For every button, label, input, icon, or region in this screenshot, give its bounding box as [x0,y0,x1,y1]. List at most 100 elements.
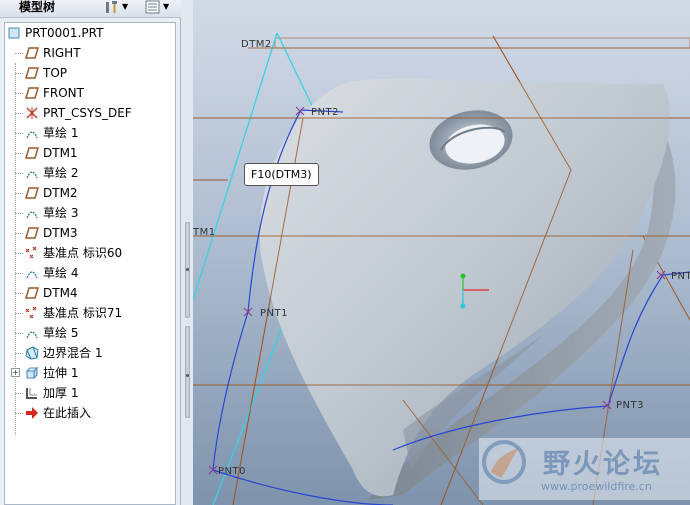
tree-item-insert-here[interactable]: 在此插入 [25,403,195,423]
label-pnt2[interactable]: PNT2 [311,107,339,118]
tree-item-sketch-1[interactable]: 草绘 1 [25,123,195,143]
datum-point-icon [25,306,39,320]
tree-item-dtm1[interactable]: DTM1 [25,143,195,163]
tree-item-dtm3[interactable]: DTM3 [25,223,195,243]
tree-connector [15,293,23,294]
tree-connector [15,193,23,194]
tree-connector [15,93,23,94]
list-icon [145,0,160,14]
datum-plane-icon [25,86,39,100]
tree-item-datum-point-60[interactable]: 基准点 标识60 [25,243,195,263]
tree-root-label: PRT0001.PRT [25,26,104,40]
insert-here-arrow-icon [25,406,39,420]
tree-item-top[interactable]: TOP [25,63,195,83]
extrude-icon [25,366,39,380]
datum-point-icon [25,246,39,260]
tree-item-front[interactable]: FRONT [25,83,195,103]
sketch-icon [25,126,39,140]
show-menu-button[interactable]: ▼ [145,0,169,14]
tree-item-dtm2[interactable]: DTM2 [25,183,195,203]
sketch-icon [25,206,39,220]
datum-plane-icon [25,66,39,80]
watermark-logo-icon [482,440,526,484]
tree-item-datum-point-71[interactable]: 基准点 标识71 [25,303,195,323]
coordinate-system-icon [25,106,39,120]
settings-menu-button[interactable]: ▼ [104,0,128,14]
tree-item-label: 基准点 标识71 [43,306,123,320]
tree-connector [15,73,23,74]
model-scene [193,32,690,505]
tree-connector [15,393,23,394]
tree-item-sketch-5[interactable]: 草绘 5 [25,323,195,343]
datum-plane-icon [25,286,39,300]
tree-connector [15,113,23,114]
model-tree: PRT0001.PRT RIGHT TOP FRONT PRT_CSYS_DEF… [4,22,176,505]
tree-item-label: DTM3 [43,226,78,240]
panel-splitter[interactable] [181,0,193,505]
watermark-url: www.proewildfire.cn [541,480,652,493]
tools-icon [106,1,117,13]
hover-tooltip: F10(DTM3) [244,163,319,186]
watermark-title: 野火论坛 [543,449,663,480]
tree-connector [15,253,23,254]
splitter-handle-bottom[interactable] [185,326,190,418]
tree-connector [15,213,23,214]
tree-item-sketch-3[interactable]: 草绘 3 [25,203,195,223]
tree-item-label: 加厚 1 [43,386,79,400]
tree-item-label: RIGHT [43,46,81,60]
tree-item-label: 基准点 标识60 [43,246,123,260]
tree-item-label: 草绘 5 [43,326,79,340]
sketch-icon [25,166,39,180]
tree-item-label: 草绘 1 [43,126,79,140]
tree-root[interactable]: PRT0001.PRT [7,23,177,43]
label-pnt3[interactable]: PNT3 [616,400,644,411]
tree-connector [15,333,23,334]
label-dtm2[interactable]: DTM2 [241,39,272,50]
tree-item-boundary-blend-1[interactable]: 边界混合 1 [25,343,195,363]
tree-item-label: DTM4 [43,286,78,300]
datum-plane-icon [25,186,39,200]
model-tree-panel: 模型树 ▼ ▼ PRT0001.PRT RIGHT TOP FRONT PRT_… [0,0,181,505]
tree-item-label: PRT_CSYS_DEF [43,106,132,120]
graphics-viewport[interactable]: DTM2 TM1 PNT2 PNT1 PNT3 PNT0 PNT F10(DTM… [193,0,690,505]
tree-item-prt-csys-def[interactable]: PRT_CSYS_DEF [25,103,195,123]
tree-item-dtm4[interactable]: DTM4 [25,283,195,303]
tree-connector [15,313,23,314]
label-pnt1[interactable]: PNT1 [260,308,288,319]
tree-item-thicken-1[interactable]: 加厚 1 [25,383,195,403]
tree-item-label: DTM1 [43,146,78,160]
tree-item-label: TOP [43,66,68,80]
label-dtm1[interactable]: TM1 [193,227,216,238]
tree-item-extrude-1[interactable]: 拉伸 1 [25,363,195,383]
datum-plane-icon [25,226,39,240]
tree-item-right[interactable]: RIGHT [25,43,195,63]
splitter-grip [186,268,189,271]
tree-guide-line [15,63,16,435]
splitter-grip [186,374,189,377]
tree-connector [15,273,23,274]
tree-item-label: 在此插入 [43,406,92,420]
datum-plane-icon [25,46,39,60]
tree-item-label: 边界混合 1 [43,346,103,360]
tree-connector [15,153,23,154]
datum-plane-icon [25,146,39,160]
label-pnt-right[interactable]: PNT [671,271,690,282]
panel-title: 模型树 [19,0,56,14]
tree-item-label: 草绘 2 [43,166,79,180]
tree-connector [15,233,23,234]
thicken-icon [25,386,39,400]
expand-toggle[interactable]: + [11,368,20,377]
tree-connector [15,133,23,134]
tree-item-label: 草绘 4 [43,266,79,280]
tree-item-label: 拉伸 1 [43,366,79,380]
tree-item-sketch-2[interactable]: 草绘 2 [25,163,195,183]
tree-connector [15,353,23,354]
tree-connector [15,53,23,54]
tree-item-label: FRONT [43,86,84,100]
panel-header: 模型树 ▼ ▼ [0,0,181,18]
label-pnt0[interactable]: PNT0 [218,466,246,477]
tree-item-label: DTM2 [43,186,78,200]
tree-item-sketch-4[interactable]: 草绘 4 [25,263,195,283]
sketch-icon [25,326,39,340]
chevron-down-icon: ▼ [122,2,129,11]
